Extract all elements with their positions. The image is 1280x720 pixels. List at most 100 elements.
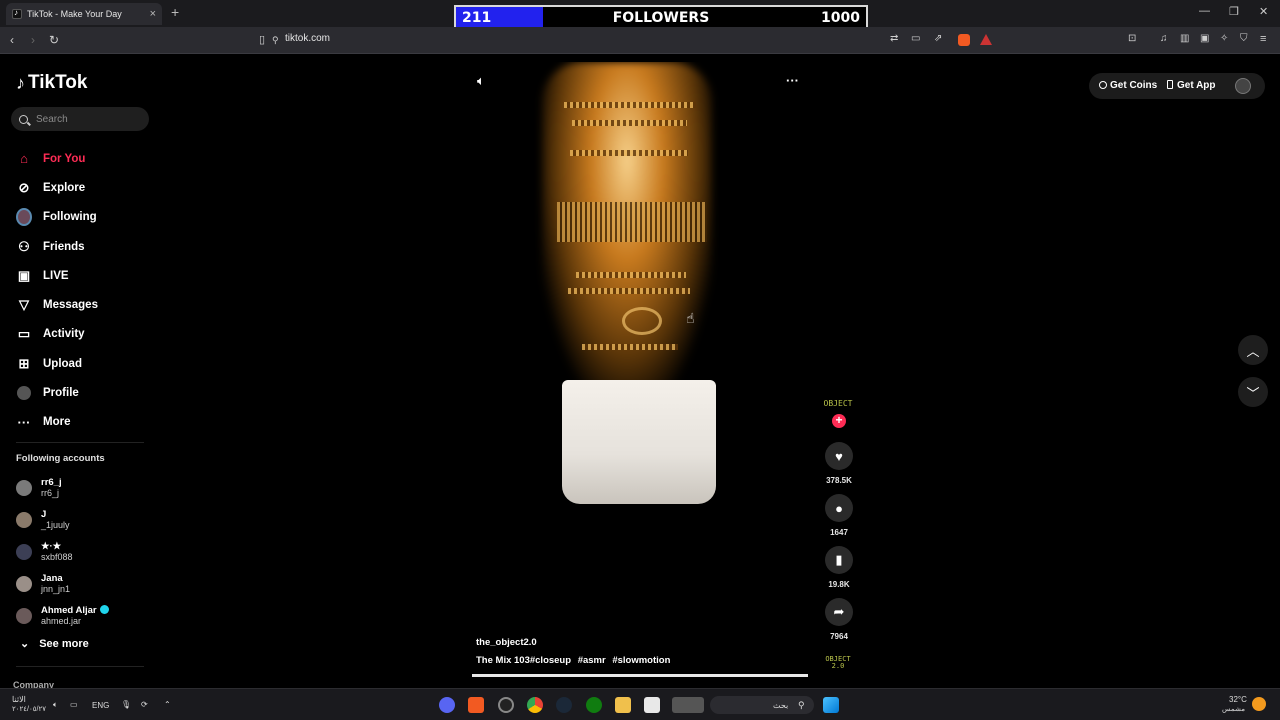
- share-icon[interactable]: ⇗: [934, 33, 942, 44]
- follower-goal: 1000: [821, 10, 860, 26]
- vpn-icon[interactable]: ⛉: [1240, 33, 1248, 44]
- clock-date[interactable]: ٢٠٢٤/٠٥/٢٧: [12, 705, 46, 713]
- sidebar-item-profile[interactable]: Profile: [16, 378, 98, 407]
- share-arrow-icon[interactable]: ➦: [825, 598, 853, 626]
- extensions-icon[interactable]: ⊡: [1128, 33, 1136, 44]
- sidebar-item-for-you[interactable]: ⌂ For You: [16, 144, 98, 173]
- weather-sun-icon[interactable]: [1252, 697, 1266, 711]
- video-progress-bar[interactable]: [472, 674, 808, 677]
- language-indicator[interactable]: ENG: [92, 701, 109, 710]
- follow-button[interactable]: +: [832, 414, 846, 428]
- search-input[interactable]: Search: [11, 107, 149, 131]
- sidebar-item-label: Following: [43, 211, 97, 224]
- discord-icon[interactable]: [439, 697, 455, 713]
- volume-tray-icon[interactable]: 🔈︎: [53, 700, 58, 710]
- xbox-icon[interactable]: [586, 697, 602, 713]
- account-item[interactable]: J _1juuly: [16, 504, 109, 536]
- get-app-button[interactable]: Get App: [1167, 80, 1216, 91]
- reload-icon[interactable]: ↻: [49, 33, 59, 47]
- heart-icon[interactable]: ♥: [825, 442, 853, 470]
- see-more-button[interactable]: ⌄ See more: [20, 637, 89, 651]
- comment-count: 1647: [830, 528, 848, 537]
- site-info-icon[interactable]: ⚲: [272, 35, 279, 46]
- sidebar-item-following[interactable]: Following: [16, 203, 98, 232]
- user-avatar[interactable]: [1235, 78, 1251, 94]
- account-item[interactable]: Jana jnn_jn1: [16, 568, 109, 600]
- next-video-button[interactable]: ﹀: [1238, 377, 1268, 407]
- leo-icon[interactable]: ✧: [1220, 33, 1228, 44]
- windows-start-icon[interactable]: [823, 697, 839, 713]
- video-coil: [564, 102, 696, 108]
- address-bar[interactable]: tiktok.com: [285, 33, 330, 44]
- minimize-icon[interactable]: —: [1199, 5, 1210, 17]
- taskbar-search[interactable]: بحث ⚲: [710, 696, 814, 714]
- media-icon[interactable]: ♫: [1160, 33, 1168, 44]
- brave-rewards-icon[interactable]: [980, 34, 992, 45]
- sidebar-item-messages[interactable]: ▽ Messages: [16, 290, 98, 319]
- forward-icon[interactable]: ›: [31, 33, 35, 47]
- tiktok-logo[interactable]: ♪ TikTok: [16, 72, 87, 94]
- brave-shield-icon[interactable]: [958, 34, 970, 46]
- close-window-icon[interactable]: ✕: [1259, 5, 1268, 18]
- chevron-up-icon: ︿: [1246, 343, 1260, 359]
- menu-icon[interactable]: ≡: [1260, 33, 1266, 45]
- previous-video-button[interactable]: ︿: [1238, 335, 1268, 365]
- like-action: ♥ 378.5K: [824, 442, 854, 485]
- more-options-icon[interactable]: ···: [786, 73, 799, 88]
- hashtag-link[interactable]: #closeup: [530, 655, 571, 666]
- sidebar-item-upload[interactable]: ⊞ Upload: [16, 349, 98, 378]
- profile-icon: [16, 385, 32, 401]
- account-item[interactable]: rr6_j rr6_j: [16, 472, 109, 504]
- chrome-icon[interactable]: [527, 697, 543, 713]
- network-tray-icon[interactable]: ▭: [70, 700, 78, 709]
- account-item[interactable]: ★·★ sxbf088: [16, 536, 109, 568]
- tab-close-icon[interactable]: ×: [150, 8, 156, 20]
- home-icon: ⌂: [20, 151, 28, 167]
- creator-avatar[interactable]: OBJECT: [822, 400, 854, 408]
- maximize-icon[interactable]: ❐: [1229, 5, 1239, 18]
- tray-overflow-icon[interactable]: ⌃: [164, 700, 171, 709]
- music-disc-icon[interactable]: OBJECT 2.0: [822, 656, 854, 670]
- wallet-icon[interactable]: ▣: [1200, 33, 1209, 44]
- avatar: [16, 512, 32, 528]
- cast-icon[interactable]: ▭: [911, 33, 920, 44]
- bookmark-icon[interactable]: ▮: [825, 546, 853, 574]
- sync-tray-icon[interactable]: ⟳: [141, 700, 148, 709]
- tiktok-note-icon: ♪: [16, 72, 25, 93]
- sidebar-item-live[interactable]: ▣ LIVE: [16, 261, 98, 290]
- sidebar-toggle-icon[interactable]: ▥: [1180, 33, 1189, 44]
- get-coins-button[interactable]: Get Coins: [1099, 80, 1157, 91]
- get-coins-label: Get Coins: [1110, 80, 1158, 91]
- comment-icon[interactable]: ●: [825, 494, 853, 522]
- live-icon: ▣: [17, 267, 31, 283]
- app-thumbnail-icon[interactable]: [672, 697, 704, 713]
- back-icon[interactable]: ‹: [10, 33, 14, 47]
- search-icon: [19, 114, 28, 124]
- hashtag-link[interactable]: #asmr: [578, 655, 606, 666]
- sidebar-item-activity[interactable]: ▭ Activity: [16, 320, 98, 349]
- hashtag-link[interactable]: #slowmotion: [612, 655, 670, 666]
- steam-icon[interactable]: [556, 697, 572, 713]
- account-item[interactable]: Ahmed Aljar ahmed.jar: [16, 600, 109, 632]
- brave-icon[interactable]: [468, 697, 484, 713]
- weather-desc[interactable]: مشمس: [1222, 705, 1245, 713]
- account-name: J: [41, 509, 47, 520]
- account-name: Jana: [41, 573, 63, 584]
- video-author[interactable]: the_object2.0: [476, 637, 537, 648]
- sidebar-item-more[interactable]: ··· More: [16, 408, 98, 437]
- bookmark-icon[interactable]: ▯: [259, 33, 265, 46]
- translate-icon[interactable]: ⇄: [890, 33, 898, 44]
- weather-temp[interactable]: 32°C: [1229, 695, 1247, 704]
- sidebar-item-explore[interactable]: ⊘ Explore: [16, 173, 98, 202]
- video-player[interactable]: 🔈︎ ···: [472, 62, 808, 674]
- browser-tab[interactable]: TikTok - Make Your Day ×: [6, 3, 162, 25]
- mic-tray-icon[interactable]: 🎙︎: [121, 700, 131, 709]
- sidebar-item-friends[interactable]: ⚇ Friends: [16, 232, 98, 261]
- file-explorer-icon[interactable]: [615, 697, 631, 713]
- clock-time[interactable]: الاثنا: [12, 695, 26, 704]
- new-tab-button[interactable]: +: [171, 4, 179, 20]
- obs-icon[interactable]: [498, 697, 514, 713]
- coin-icon: [1099, 81, 1107, 89]
- store-icon[interactable]: [644, 697, 660, 713]
- volume-icon[interactable]: 🔈︎: [477, 73, 485, 89]
